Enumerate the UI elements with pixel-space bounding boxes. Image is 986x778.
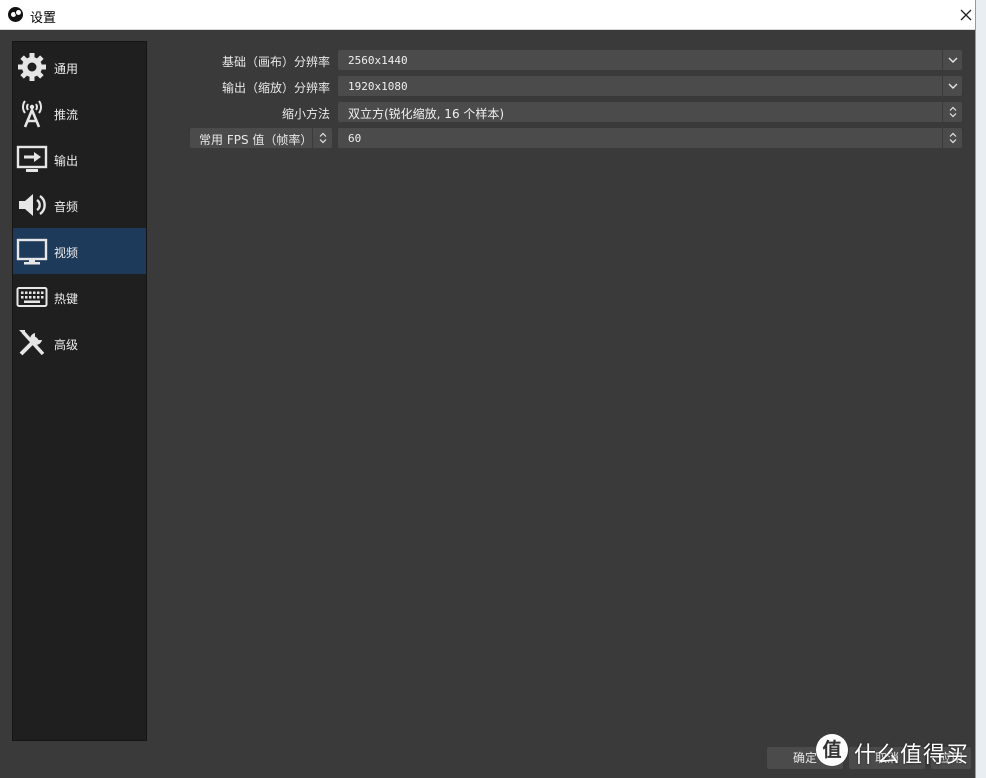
fps-row: 常用 FPS 值（帧率） 60 <box>150 128 962 148</box>
output-resolution-value: 1920x1080 <box>348 80 408 93</box>
sidebar-item-label: 热键 <box>54 292 79 306</box>
background-window-edge <box>975 0 986 778</box>
updown-button[interactable] <box>942 102 962 122</box>
fps-value-select[interactable]: 60 <box>338 128 962 148</box>
sidebar-item-video[interactable]: 视频 <box>13 228 146 274</box>
speaker-icon <box>19 194 46 216</box>
fps-type-label: 常用 FPS 值（帧率） <box>199 133 313 147</box>
chevron-updown-icon <box>949 132 956 144</box>
output-resolution-row: 输出（缩放）分辨率 1920x1080 <box>150 76 962 96</box>
sidebar-item-label: 推流 <box>54 108 79 122</box>
sidebar-item-label: 高级 <box>54 338 79 352</box>
chevron-down-icon <box>948 57 957 63</box>
chevron-updown-icon <box>319 132 326 144</box>
fps-type-select[interactable]: 常用 FPS 值（帧率） <box>190 128 332 148</box>
downscale-filter-value: 双立方(锐化缩放, 16 个样本) <box>348 107 505 121</box>
tools-icon <box>19 330 45 356</box>
watermark-text: 什么值得买 <box>854 743 970 768</box>
sidebar-item-stream[interactable]: 推流 <box>13 90 146 136</box>
sidebar-item-label: 视频 <box>54 246 79 260</box>
sidebar-item-hotkeys[interactable]: 热键 <box>13 274 146 320</box>
obs-logo-icon <box>8 7 23 22</box>
broadcast-antenna-icon <box>22 100 42 128</box>
fps-value: 60 <box>348 132 362 145</box>
base-resolution-combobox[interactable]: 2560x1440 <box>338 50 962 70</box>
sidebar-item-advanced[interactable]: 高级 <box>13 320 146 366</box>
dropdown-button[interactable] <box>942 50 962 70</box>
dropdown-button[interactable] <box>942 76 962 96</box>
watermark-logo: 值 <box>816 734 848 766</box>
sidebar-item-audio[interactable]: 音频 <box>13 182 146 228</box>
chevron-down-icon <box>948 83 957 89</box>
base-resolution-value: 2560x1440 <box>348 54 408 67</box>
keyboard-icon <box>16 287 48 307</box>
sidebar-item-label: 输出 <box>54 154 79 168</box>
downscale-filter-label: 缩小方法 <box>281 107 330 121</box>
gear-icon <box>18 53 46 81</box>
watermark: 值 什么值得买 <box>816 734 986 770</box>
sidebar-item-output[interactable]: 输出 <box>13 136 146 182</box>
close-icon <box>960 9 972 21</box>
sidebar-item-label: 音频 <box>54 200 79 214</box>
sidebar-item-general[interactable]: 通用 <box>13 44 146 90</box>
title-bar: 设置 <box>0 0 986 30</box>
downscale-filter-row: 缩小方法 双立方(锐化缩放, 16 个样本) <box>150 102 962 122</box>
window-title: 设置 <box>30 11 57 26</box>
output-monitor-icon <box>16 145 48 172</box>
base-resolution-label: 基础（画布）分辨率 <box>221 55 330 69</box>
monitor-icon <box>16 238 48 265</box>
updown-button[interactable] <box>312 128 332 148</box>
output-resolution-combobox[interactable]: 1920x1080 <box>338 76 962 96</box>
chevron-updown-icon <box>949 106 956 118</box>
downscale-filter-select[interactable]: 双立方(锐化缩放, 16 个样本) <box>338 102 962 122</box>
sidebar-item-label: 通用 <box>54 62 79 76</box>
output-resolution-label: 输出（缩放）分辨率 <box>221 81 330 95</box>
updown-button[interactable] <box>942 128 962 148</box>
base-resolution-row: 基础（画布）分辨率 2560x1440 <box>150 50 962 70</box>
settings-sidebar: 通用 推流 输出 音频 视频 热键 高级 <box>12 41 147 741</box>
